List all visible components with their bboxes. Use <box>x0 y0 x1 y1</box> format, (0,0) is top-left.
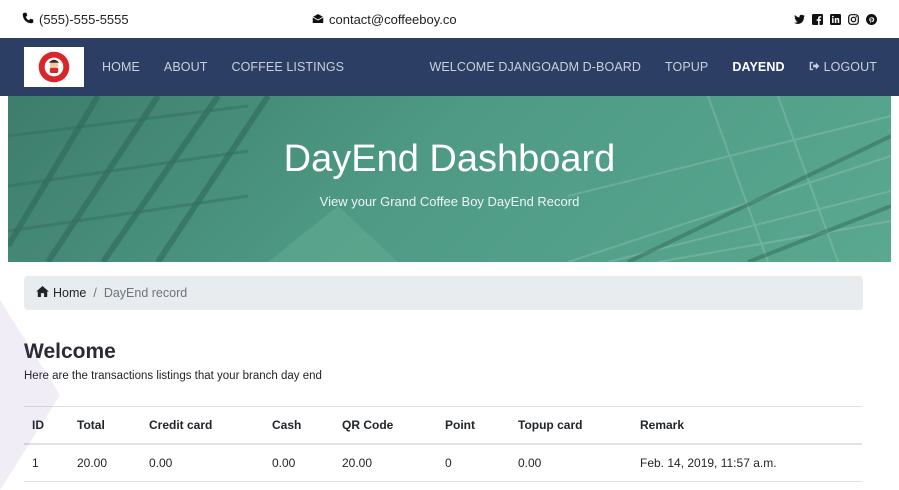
contact-bar: (555)-555-5555 contact@coffeeboy.co <box>0 0 899 38</box>
nav-topup[interactable]: TOPUP <box>665 60 708 74</box>
cell-point: 0 <box>437 443 510 482</box>
main-navbar: HOME ABOUT COFFEE LISTINGS WELCOME DJANG… <box>0 38 899 96</box>
cell-cash: 0.00 <box>264 443 334 482</box>
logout-label[interactable]: LOGOUT <box>824 60 877 74</box>
decorative-side-band <box>0 300 60 490</box>
nav-coffee-listings[interactable]: COFFEE LISTINGS <box>231 60 344 74</box>
column-header-qr-code: QR Code <box>334 406 437 445</box>
coffee-boy-logo-icon <box>38 51 70 83</box>
hero-title: DayEnd Dashboard <box>283 138 616 180</box>
welcome-description: Here are the transactions listings that … <box>24 370 322 382</box>
table-header-row: ID Total Credit card Cash QR Code Point … <box>24 406 862 445</box>
nav-logout[interactable]: LOGOUT <box>809 60 877 74</box>
facebook-icon[interactable] <box>812 13 823 25</box>
twitter-icon[interactable] <box>794 14 805 25</box>
email-address[interactable]: contact@coffeeboy.co <box>329 12 457 27</box>
nav-home[interactable]: HOME <box>102 60 140 74</box>
nav-right-group: WELCOME DJANGOADM D-BOARD TOPUP DAYEND L… <box>405 60 877 74</box>
dayend-table: ID Total Credit card Cash QR Code Point … <box>24 406 862 482</box>
email-contact[interactable]: contact@coffeeboy.co <box>312 12 457 27</box>
cell-remark: Feb. 14, 2019, 11:57 a.m. <box>632 443 862 482</box>
breadcrumb-home[interactable]: Home <box>36 286 86 300</box>
welcome-heading: Welcome <box>24 340 116 363</box>
cell-topup-card: 0.00 <box>510 443 632 482</box>
breadcrumb-separator: / <box>93 286 97 300</box>
breadcrumb-home-label[interactable]: Home <box>53 286 86 300</box>
column-header-credit-card: Credit card <box>141 406 264 445</box>
column-header-topup-card: Topup card <box>510 406 632 445</box>
phone-contact: (555)-555-5555 <box>22 12 129 27</box>
nav-about[interactable]: ABOUT <box>164 60 208 74</box>
cell-total: 20.00 <box>69 443 141 482</box>
brand-logo[interactable] <box>24 47 84 87</box>
column-header-point: Point <box>437 406 510 445</box>
hero-banner: DayEnd Dashboard View your Grand Coffee … <box>8 96 891 262</box>
nav-dayend[interactable]: DAYEND <box>732 60 784 74</box>
column-header-total: Total <box>69 406 141 445</box>
breadcrumb-current: DayEnd record <box>103 286 188 300</box>
envelope-icon <box>312 12 324 27</box>
phone-icon <box>22 12 34 27</box>
home-icon <box>36 286 49 300</box>
hero-subtitle: View your Grand Coffee Boy DayEnd Record <box>319 194 580 209</box>
linkedin-icon[interactable] <box>830 13 841 25</box>
instagram-icon[interactable] <box>848 13 859 25</box>
cell-qr-code: 20.00 <box>334 443 437 482</box>
pinterest-icon[interactable] <box>866 13 877 25</box>
social-links <box>794 13 877 25</box>
nav-welcome-dashboard[interactable]: WELCOME DJANGOADM D-BOARD <box>429 60 641 74</box>
column-header-cash: Cash <box>264 406 334 445</box>
sign-out-icon <box>809 60 820 74</box>
cell-credit-card: 0.00 <box>141 443 264 482</box>
breadcrumb: Home / DayEnd record <box>24 276 863 310</box>
table-row: 1 20.00 0.00 0.00 20.00 0 0.00 Feb. 14, … <box>24 443 862 482</box>
column-header-remark: Remark <box>632 406 862 445</box>
phone-number: (555)-555-5555 <box>39 11 129 27</box>
